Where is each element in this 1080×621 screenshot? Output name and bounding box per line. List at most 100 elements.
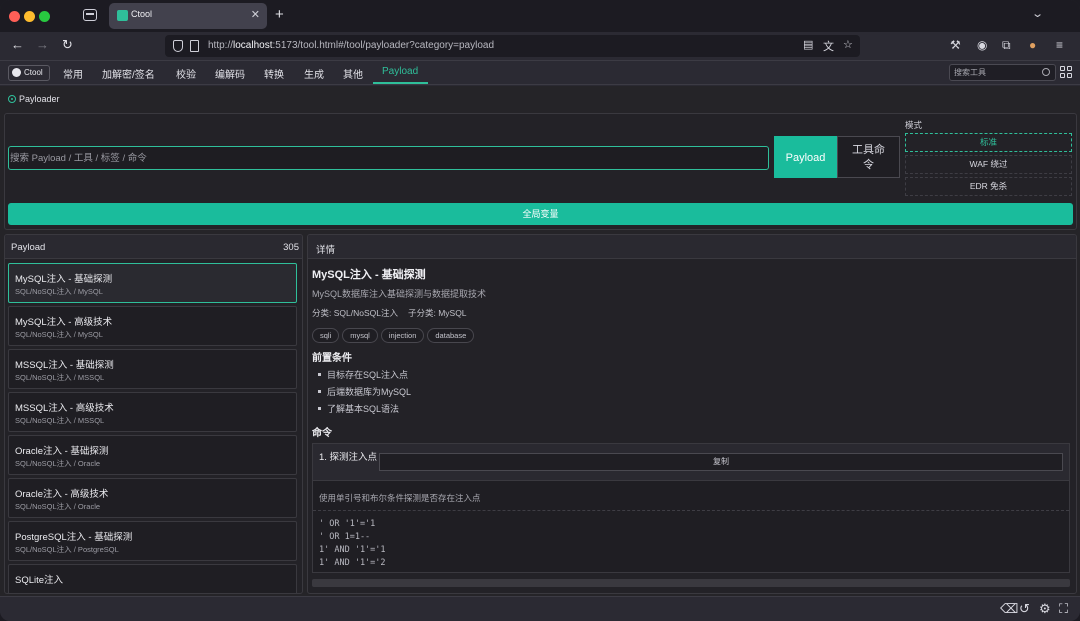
list-item-subtitle: SQL/NoSQL注入 / PostgreSQL xyxy=(15,545,119,554)
list-item-subtitle: SQL/NoSQL注入 / MSSQL xyxy=(15,416,105,425)
list-item-title: MSSQL注入 - 基础探测 xyxy=(15,360,114,371)
payload-search-box[interactable] xyxy=(8,146,769,170)
brand-label: Ctool xyxy=(24,68,43,77)
tool-selector[interactable]: Payloader xyxy=(8,94,60,104)
translate-icon[interactable]: 文 xyxy=(823,38,834,54)
menu-other[interactable]: 其他 xyxy=(343,66,363,81)
tool-name: Payloader xyxy=(19,94,60,104)
tag-database[interactable]: database xyxy=(427,328,475,343)
tab-title: Ctool xyxy=(131,9,153,19)
close-window-button[interactable] xyxy=(9,11,20,22)
menu-encode-decode[interactable]: 编解码 xyxy=(215,66,245,81)
command-description: 使用单引号和布尔条件探测是否存在注入点 xyxy=(319,493,481,503)
app-menu-icon[interactable]: ≡ xyxy=(1056,38,1063,52)
shield-icon[interactable] xyxy=(173,40,183,52)
payload-search-input[interactable] xyxy=(10,150,760,166)
list-item-title: SQLite注入 xyxy=(15,575,64,586)
list-item-title: MySQL注入 - 高级技术 xyxy=(15,317,113,328)
prerequisites-heading: 前置条件 xyxy=(312,353,352,364)
bookmark-star-icon[interactable]: ☆ xyxy=(843,38,853,51)
list-item-title: MySQL注入 - 基础探测 xyxy=(15,274,113,285)
account-icon[interactable]: ◉ xyxy=(977,38,987,52)
extensions-icon[interactable]: ⧉ xyxy=(1002,38,1011,53)
detail-category: 分类: SQL/NoSQL注入 子分类: MySQL xyxy=(312,307,477,319)
menu-verify[interactable]: 校验 xyxy=(176,66,196,81)
detail-header: 详情 xyxy=(308,235,1076,259)
detail-title: MySQL注入 - 基础探测 xyxy=(312,269,426,281)
tag-injection[interactable]: injection xyxy=(380,328,425,343)
prerequisite-item: 目标存在SQL注入点 xyxy=(318,368,408,381)
list-item[interactable]: MSSQL注入 - 高级技术 SQL/NoSQL注入 / MSSQL xyxy=(8,392,297,432)
mode-waf-bypass[interactable]: WAF 绕过 xyxy=(905,155,1072,174)
gear-icon[interactable]: ⚙ xyxy=(1039,602,1051,616)
page-info-icon[interactable] xyxy=(190,40,199,52)
detail-description: MySQL数据库注入基础探测与数据提取技术 xyxy=(312,289,487,299)
wrench-icon[interactable]: ⚒ xyxy=(950,38,961,52)
command-card-header: 1. 探测注入点 复制 xyxy=(313,444,1069,481)
search-panel: Payload 工具命令 模式 标准 WAF 绕过 EDR 免杀 全局变量 xyxy=(4,113,1077,230)
detail-header-label: 详情 xyxy=(316,245,336,256)
minimize-window-button[interactable] xyxy=(24,11,35,22)
list-item[interactable]: PostgreSQL注入 - 基础探测 SQL/NoSQL注入 / Postgr… xyxy=(8,521,297,561)
tool-search-box[interactable] xyxy=(949,64,1056,81)
eraser-icon[interactable]: ⌫ xyxy=(1000,602,1018,616)
tool-search-input[interactable] xyxy=(954,66,1038,79)
segment-tool-command-button[interactable]: 工具命令 xyxy=(837,136,900,178)
chevron-down-icon[interactable]: ⌄ xyxy=(1031,7,1044,20)
segment-tool-command-label: 工具命令 xyxy=(852,144,885,171)
menu-convert[interactable]: 转换 xyxy=(264,66,284,81)
list-item[interactable]: Oracle注入 - 基础探测 SQL/NoSQL注入 / Oracle xyxy=(8,435,297,475)
tab-list-icon[interactable] xyxy=(83,9,97,21)
command-code-block[interactable]: ' OR '1'='1 ' OR 1=1-- 1' AND '1'='1 1' … xyxy=(313,510,1069,572)
url-bar[interactable]: http://localhost:5173/tool.html#/tool/pa… xyxy=(165,35,860,57)
copy-button[interactable]: 复制 xyxy=(379,453,1063,471)
list-item[interactable]: MSSQL注入 - 基础探测 SQL/NoSQL注入 / MSSQL xyxy=(8,349,297,389)
tag-mysql[interactable]: mysql xyxy=(342,328,378,343)
menu-generate[interactable]: 生成 xyxy=(304,66,324,81)
reader-view-icon[interactable]: ▤ xyxy=(803,38,813,51)
tab-strip: Ctool ✕ + ⌄ xyxy=(0,0,1080,32)
tag-sqli[interactable]: sqli xyxy=(312,328,340,343)
active-menu-indicator xyxy=(373,82,428,84)
category-label: 分类: SQL/NoSQL注入 xyxy=(312,308,398,318)
list-item[interactable]: SQLite注入 xyxy=(8,564,297,593)
back-arrow-icon[interactable]: ← xyxy=(11,37,24,53)
command-name: 1. 探测注入点 xyxy=(319,452,378,463)
segment-payload-button[interactable]: Payload xyxy=(774,136,837,178)
grid-view-icon[interactable] xyxy=(1060,66,1073,79)
menu-encrypt-sign[interactable]: 加解密/签名 xyxy=(102,66,155,81)
forward-arrow-icon[interactable]: → xyxy=(36,37,49,53)
cookie-extension-icon[interactable]: ● xyxy=(1029,38,1036,52)
subcategory-label: 子分类: MySQL xyxy=(407,308,467,318)
fullscreen-icon[interactable]: ⛶ xyxy=(1059,602,1068,616)
commands-heading: 命令 xyxy=(312,428,332,439)
browser-tab[interactable]: Ctool ✕ xyxy=(109,3,267,29)
horizontal-scrollbar[interactable] xyxy=(312,579,1070,587)
history-icon[interactable]: ↺ xyxy=(1019,602,1030,616)
list-item-title: Oracle注入 - 高级技术 xyxy=(15,489,109,500)
maximize-window-button[interactable] xyxy=(39,11,50,22)
global-variables-button[interactable]: 全局变量 xyxy=(8,203,1073,225)
list-item[interactable]: MySQL注入 - 基础探测 SQL/NoSQL注入 / MySQL xyxy=(8,263,297,303)
list-item[interactable]: MySQL注入 - 高级技术 SQL/NoSQL注入 / MySQL xyxy=(8,306,297,346)
mode-standard[interactable]: 标准 xyxy=(905,133,1072,152)
menu-payload[interactable]: Payload xyxy=(382,66,418,77)
mode-label: 模式 xyxy=(905,120,923,130)
list-item-subtitle: SQL/NoSQL注入 / MySQL xyxy=(15,330,103,339)
new-tab-button[interactable]: + xyxy=(275,6,284,24)
search-icon[interactable] xyxy=(1042,68,1050,76)
tab-close-icon[interactable]: ✕ xyxy=(251,8,260,22)
reload-icon[interactable]: ↻ xyxy=(62,37,73,53)
mode-edr-evasion[interactable]: EDR 免杀 xyxy=(905,177,1072,196)
menu-common[interactable]: 常用 xyxy=(63,66,83,81)
prerequisite-item: 后端数据库为MySQL xyxy=(318,385,411,398)
radio-selected-icon[interactable] xyxy=(8,95,16,103)
payload-list-header: Payload 305 xyxy=(5,235,302,259)
status-bar: ⌫ ↺ ⚙ ⛶ xyxy=(0,596,1080,621)
tool-content: Payloader Payload 工具命令 模式 标准 WAF 绕过 EDR … xyxy=(0,86,1080,596)
list-item-subtitle: SQL/NoSQL注入 / MySQL xyxy=(15,287,103,296)
url-text[interactable]: http://localhost:5173/tool.html#/tool/pa… xyxy=(208,40,494,51)
list-item-title: Oracle注入 - 基础探测 xyxy=(15,446,109,457)
ctool-brand-button[interactable]: Ctool xyxy=(8,65,50,81)
list-item[interactable]: Oracle注入 - 高级技术 SQL/NoSQL注入 / Oracle xyxy=(8,478,297,518)
